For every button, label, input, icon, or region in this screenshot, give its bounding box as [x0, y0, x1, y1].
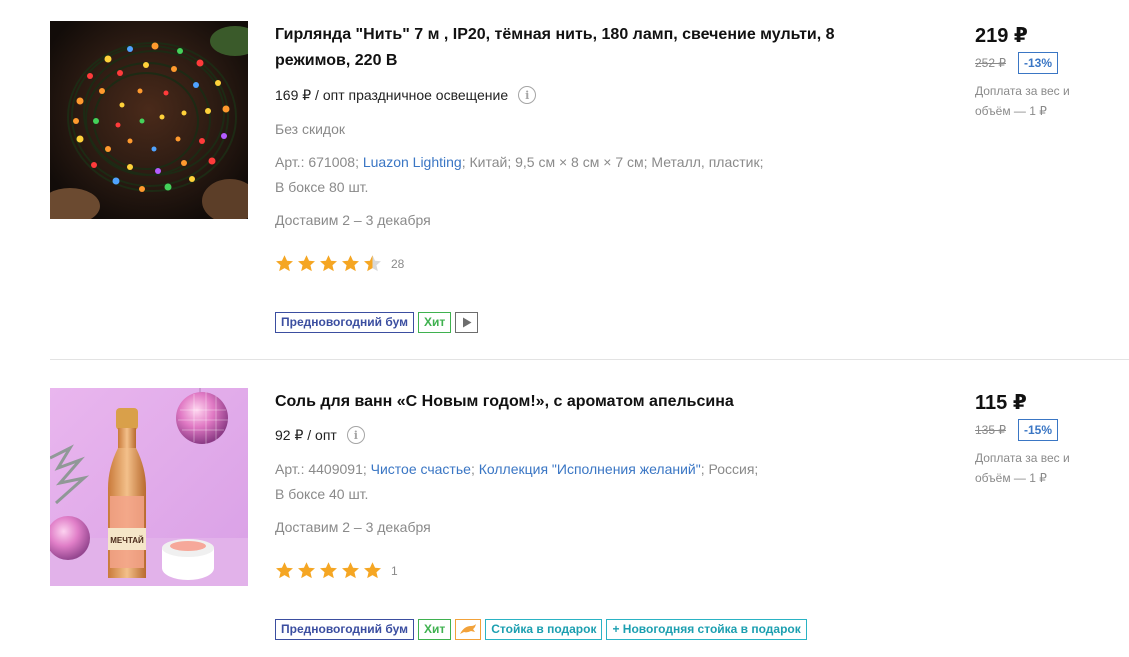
- badge-hit[interactable]: Хит: [417, 312, 452, 333]
- product-specs: Арт.: 671008; Luazon Lighting; Китай; 9,…: [275, 154, 764, 195]
- star-icon: [320, 255, 337, 272]
- wholesale-price-text: 169 ₽ / опт праздничное освещение: [275, 86, 509, 103]
- product-image-garland[interactable]: [50, 21, 248, 219]
- half-star-icon: [364, 255, 381, 272]
- divider: [50, 359, 1129, 360]
- star-icon: [342, 562, 359, 579]
- current-price: 115 ₽: [975, 392, 1027, 414]
- extra-fee: Доплата за вес и объём — 1 ₽: [975, 84, 1070, 118]
- star-icon: [276, 562, 293, 579]
- sku: Арт.: 671008;: [275, 154, 359, 170]
- star-icon: [298, 255, 315, 272]
- old-price-row: 252 ₽ -13%: [975, 52, 1115, 74]
- badge-prenewyear[interactable]: Предновогодний бум: [275, 619, 414, 640]
- badge-dolphin[interactable]: [455, 619, 482, 640]
- delivery-date: Доставим 2 – 3 декабря: [275, 212, 431, 228]
- discount-badge: -13%: [1018, 52, 1059, 74]
- wholesale-price: 92 ₽ / опт i: [275, 426, 365, 444]
- product-info: Гирлянда "Нить" 7 м , IP20, тёмная нить,…: [275, 21, 895, 333]
- product-image-bath-salt[interactable]: МЕЧТАЙ: [50, 388, 248, 586]
- star-icon: [364, 562, 381, 579]
- svg-text:МЕЧТАЙ: МЕЧТАЙ: [110, 536, 144, 545]
- badges: Предновогодний бум Хит: [275, 312, 479, 333]
- country: Россия;: [708, 461, 759, 477]
- wholesale-price-text: 92 ₽ / опт: [275, 426, 337, 443]
- extra-fee: Доплата за вес и объём — 1 ₽: [975, 451, 1070, 485]
- review-count: 28: [391, 256, 405, 271]
- old-price-row: 135 ₽ -15%: [975, 419, 1115, 441]
- badge-stand-gift[interactable]: Стойка в подарок: [485, 619, 603, 640]
- info-icon[interactable]: i: [518, 86, 537, 104]
- product-title[interactable]: Гирлянда "Нить" 7 м , IP20, тёмная нить,…: [275, 22, 895, 74]
- price-block: 115 ₽ 135 ₽ -15% Доплата за вес и объём …: [975, 388, 1115, 488]
- brand-link[interactable]: Чистое счастье: [371, 461, 471, 477]
- product-info: Соль для ванн «С Новым годом!», с аромат…: [275, 388, 895, 640]
- star-icon: [276, 255, 293, 272]
- material: Металл, пластик;: [651, 154, 764, 170]
- product-specs: Арт.: 4409091; Чистое счастье; Коллекция…: [275, 461, 759, 502]
- size: 9,5 см × 8 см × 7 см;: [515, 154, 648, 170]
- rating[interactable]: 1: [275, 561, 398, 580]
- box-quantity: В боксе 40 шт.: [275, 486, 369, 502]
- play-icon: [462, 317, 472, 328]
- star-icon: [342, 255, 359, 272]
- collection-link[interactable]: Коллекция "Исполнения желаний": [479, 461, 701, 477]
- badge-newyear-stand-gift[interactable]: + Новогодняя стойка в подарок: [606, 619, 807, 640]
- badges: Предновогодний бум Хит Стойка в подарок …: [275, 619, 807, 640]
- star-icon: [298, 562, 315, 579]
- product-card: МЕЧТАЙ Соль для ванн «С Новым годом!», с…: [50, 388, 1129, 657]
- badge-prenewyear[interactable]: Предновогодний бум: [275, 312, 414, 333]
- wholesale-price: 169 ₽ / опт праздничное освещение i: [275, 86, 537, 104]
- delivery-date: Доставим 2 – 3 декабря: [275, 519, 431, 535]
- product-title[interactable]: Соль для ванн «С Новым годом!», с аромат…: [275, 389, 895, 415]
- old-price: 252 ₽: [975, 56, 1006, 70]
- badge-video[interactable]: [455, 312, 479, 333]
- dolphin-icon: [460, 623, 477, 634]
- discount-note: Без скидок: [275, 121, 345, 137]
- country: Китай;: [469, 154, 512, 170]
- info-icon[interactable]: i: [346, 426, 365, 444]
- current-price: 219 ₽: [975, 25, 1028, 47]
- price-block: 219 ₽ 252 ₽ -13% Доплата за вес и объём …: [975, 21, 1115, 121]
- rating[interactable]: 28: [275, 254, 404, 273]
- old-price: 135 ₽: [975, 423, 1006, 437]
- product-card: Гирлянда "Нить" 7 м , IP20, тёмная нить,…: [50, 21, 1129, 361]
- garland-photo: [50, 21, 248, 219]
- star-icon: [320, 562, 337, 579]
- review-count: 1: [391, 563, 398, 578]
- discount-badge: -15%: [1018, 419, 1059, 441]
- badge-hit[interactable]: Хит: [417, 619, 452, 640]
- brand-link[interactable]: Luazon Lighting: [363, 154, 462, 170]
- box-quantity: В боксе 80 шт.: [275, 179, 369, 195]
- bath-salt-photo: МЕЧТАЙ: [50, 388, 248, 586]
- sku: Арт.: 4409091;: [275, 461, 367, 477]
